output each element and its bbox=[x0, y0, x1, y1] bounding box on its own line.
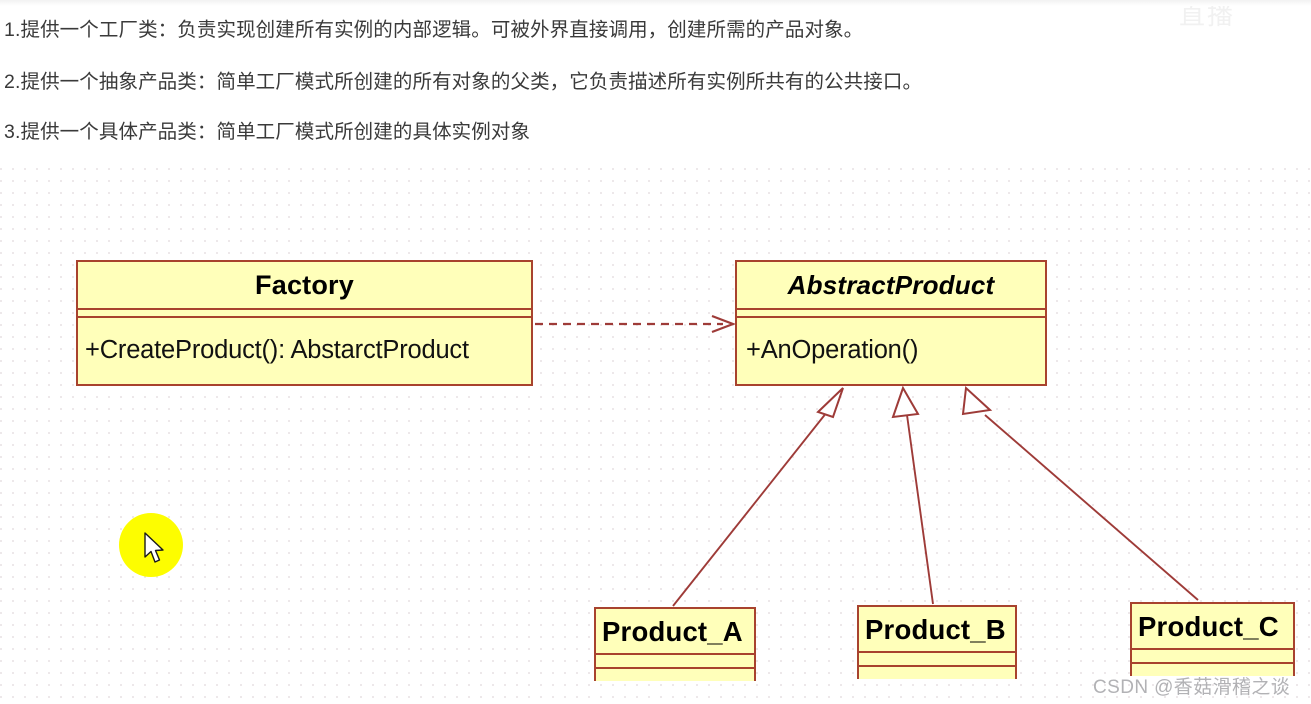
notes-panel: 1.提供一个工厂类：负责实现创建所有实例的内部逻辑。可被外界直接调用，创建所需的… bbox=[0, 0, 1311, 158]
uml-class-product-b[interactable]: Product_B bbox=[857, 605, 1017, 679]
class-members-factory: +CreateProduct(): AbstarctProduct bbox=[85, 336, 469, 364]
note-line-2: 2.提供一个抽象产品类：简单工厂模式所创建的所有对象的父类，它负责描述所有实例所… bbox=[4, 71, 923, 93]
class-name-product-a: Product_A bbox=[602, 616, 743, 647]
class-operations-compartment bbox=[859, 667, 1015, 679]
class-name-factory: Factory bbox=[255, 270, 354, 300]
page-top-fade bbox=[0, 0, 1311, 6]
uml-class-factory[interactable]: Factory +CreateProduct(): AbstarctProduc… bbox=[76, 260, 533, 386]
class-name-product-c: Product_C bbox=[1138, 611, 1279, 642]
uml-class-product-a[interactable]: Product_A bbox=[594, 607, 756, 681]
uml-class-product-c[interactable]: Product_C bbox=[1130, 602, 1295, 676]
uml-class-abstractproduct[interactable]: AbstractProduct +AnOperation() bbox=[735, 260, 1047, 386]
class-attributes-compartment bbox=[596, 655, 754, 667]
class-name-product-b: Product_B bbox=[865, 614, 1006, 645]
class-name-abstractproduct: AbstractProduct bbox=[787, 270, 995, 300]
class-attributes-compartment bbox=[1132, 650, 1293, 662]
note-line-1: 1.提供一个工厂类：负责实现创建所有实例的内部逻辑。可被外界直接调用，创建所需的… bbox=[4, 19, 864, 41]
class-members-abstractproduct: +AnOperation() bbox=[746, 336, 919, 364]
mouse-pointer-icon bbox=[144, 532, 164, 563]
watermark-csdn: CSDN @香菇滑稽之谈 bbox=[1093, 677, 1291, 698]
class-operations-compartment bbox=[596, 669, 754, 681]
class-attributes-compartment bbox=[859, 653, 1015, 665]
note-line-3: 3.提供一个具体产品类：简单工厂模式所创建的具体实例对象 bbox=[4, 121, 531, 143]
